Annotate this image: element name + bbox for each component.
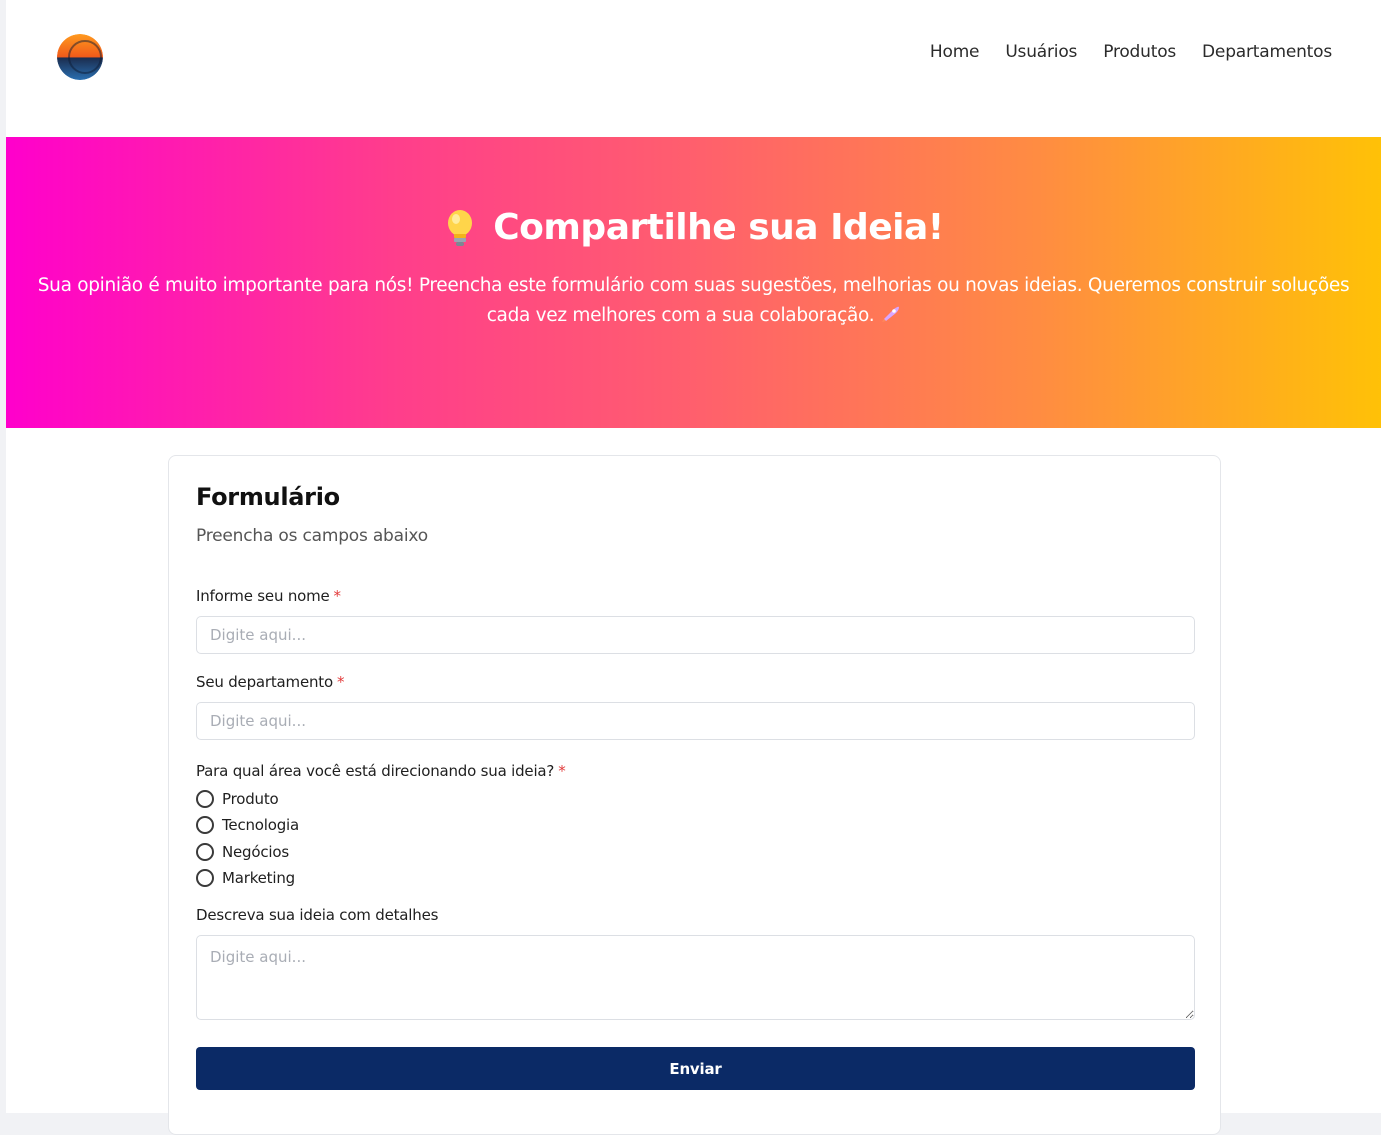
logo-icon[interactable] xyxy=(57,34,103,80)
lightbulb-icon xyxy=(443,208,477,248)
hero-banner: Compartilhe sua Ideia! Sua opinião é mui… xyxy=(6,137,1381,428)
required-mark: * xyxy=(336,673,345,691)
name-input[interactable] xyxy=(196,616,1195,654)
area-label: Para qual área você está direcionando su… xyxy=(196,762,566,780)
department-input[interactable] xyxy=(196,702,1195,740)
radio-button[interactable] xyxy=(196,843,214,861)
radio-button[interactable] xyxy=(196,790,214,808)
radio-label: Tecnologia xyxy=(222,816,299,834)
form-title: Formulário xyxy=(196,483,340,511)
name-label: Informe seu nome * xyxy=(196,587,341,605)
radio-option-produto[interactable]: Produto xyxy=(196,790,279,808)
radio-button[interactable] xyxy=(196,869,214,887)
form-subtitle: Preencha os campos abaixo xyxy=(196,526,428,546)
area-label-text: Para qual área você está direcionando su… xyxy=(196,762,555,780)
nav-links: Home Usuários Produtos Departamentos xyxy=(930,42,1332,62)
radio-option-negocios[interactable]: Negócios xyxy=(196,843,289,861)
navbar: Home Usuários Produtos Departamentos xyxy=(6,0,1381,137)
submit-button[interactable]: Enviar xyxy=(196,1047,1195,1090)
department-label-text: Seu departamento xyxy=(196,673,333,691)
radio-option-tecnologia[interactable]: Tecnologia xyxy=(196,816,299,834)
details-textarea[interactable] xyxy=(196,935,1195,1020)
hero-subtitle: Sua opinião é muito importante para nós!… xyxy=(26,271,1361,331)
nav-link-home[interactable]: Home xyxy=(930,42,980,62)
page: Home Usuários Produtos Departamentos Com… xyxy=(6,0,1381,1135)
rocket-icon xyxy=(880,303,900,322)
required-mark: * xyxy=(333,587,342,605)
hero-title: Compartilhe sua Ideia! xyxy=(493,207,944,248)
nav-link-departamentos[interactable]: Departamentos xyxy=(1202,42,1332,62)
required-mark: * xyxy=(558,762,566,780)
nav-link-produtos[interactable]: Produtos xyxy=(1103,42,1176,62)
radio-button[interactable] xyxy=(196,816,214,834)
radio-option-marketing[interactable]: Marketing xyxy=(196,869,295,887)
details-label: Descreva sua ideia com detalhes xyxy=(196,906,439,924)
hero-title-row: Compartilhe sua Ideia! xyxy=(6,207,1381,248)
name-label-text: Informe seu nome xyxy=(196,587,330,605)
department-label: Seu departamento * xyxy=(196,673,344,691)
form-card: Formulário Preencha os campos abaixo Inf… xyxy=(168,455,1221,1135)
radio-label: Marketing xyxy=(222,869,295,887)
radio-label: Negócios xyxy=(222,843,289,861)
nav-link-usuarios[interactable]: Usuários xyxy=(1005,42,1077,62)
radio-label: Produto xyxy=(222,790,279,808)
hero-subtitle-text: Sua opinião é muito importante para nós!… xyxy=(37,275,1350,326)
